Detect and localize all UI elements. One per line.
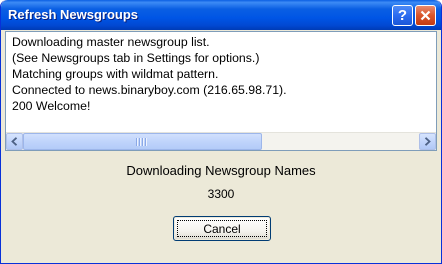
log-line: (See Newsgroups tab in Settings for opti… — [12, 51, 260, 65]
log-output[interactable]: Downloading master newsgroup list. (See … — [5, 31, 437, 151]
horizontal-scrollbar[interactable] — [6, 132, 436, 150]
title-bar[interactable]: Refresh Newsgroups ? — [1, 0, 441, 30]
log-line: Connected to news.binaryboy.com (216.65.… — [12, 83, 287, 97]
log-line: Matching groups with wildmat pattern. — [12, 67, 219, 81]
grip-icon — [136, 138, 148, 146]
cancel-button-label: Cancel — [203, 221, 241, 236]
help-button[interactable]: ? — [392, 5, 413, 26]
arrow-left-icon — [11, 137, 18, 146]
scrollbar-thumb[interactable] — [23, 133, 262, 150]
status-title: Downloading Newsgroup Names — [126, 163, 316, 178]
log-lines: Downloading master newsgroup list. (See … — [12, 34, 287, 114]
log-line: 200 Welcome! — [12, 99, 91, 113]
scroll-left-button[interactable] — [6, 133, 23, 150]
help-icon: ? — [397, 7, 408, 24]
newsgroup-count: 3300 — [207, 187, 235, 201]
refresh-newsgroups-dialog: Refresh Newsgroups ? Downloading master … — [0, 0, 442, 264]
arrow-right-icon — [424, 137, 431, 146]
window-title: Refresh Newsgroups — [8, 7, 139, 22]
cancel-button[interactable]: Cancel — [173, 216, 271, 241]
scroll-right-button[interactable] — [419, 133, 436, 150]
log-line: Downloading master newsgroup list. — [12, 35, 210, 49]
close-button[interactable] — [415, 5, 436, 26]
close-icon — [420, 10, 431, 21]
